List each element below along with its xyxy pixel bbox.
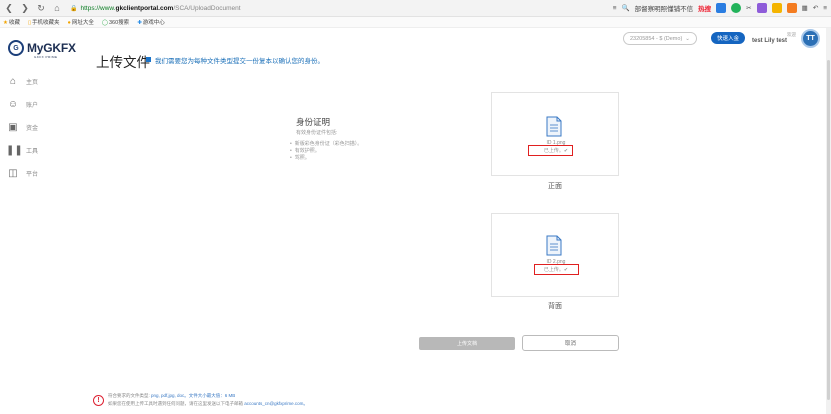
sidebar-item-account[interactable]: ☺ 账户 — [6, 93, 76, 116]
sidebar-item-tools[interactable]: ❚❚ 工具 — [6, 139, 76, 162]
list-item: 有效护照。 — [290, 147, 362, 154]
bookmark-item[interactable]: ▯手机收藏夹 — [28, 18, 60, 26]
menu-icon[interactable]: ≡ — [613, 5, 617, 12]
url-prefix: https://www. — [80, 4, 116, 12]
url-domain: gkclientportal.com — [115, 4, 174, 12]
home-icon: ⌂ — [9, 76, 17, 87]
user-name[interactable]: test Lily test — [752, 38, 787, 44]
page-subtitle: 我们需要您为每种文件类型提交一份复本以确认您的身份。 — [155, 58, 324, 65]
sidebar-nav: ⌂ 主页 ☺ 账户 ▣ 资金 ❚❚ 工具 ◫ 平台 — [6, 70, 76, 185]
upload-card-front[interactable]: ID 1.png 已上传。✔ — [491, 92, 619, 176]
sidebar: G MyGKFX GKFX PRIME ⌂ 主页 ☺ 账户 ▣ 资金 ❚❚ 工具… — [0, 28, 82, 414]
list-item: 新版彩色身份证（彩色扫描）。 — [290, 140, 363, 147]
back-icon[interactable]: ❮ — [2, 1, 16, 15]
browser-toolbar: ❮ ❯ ↻ ⌂ 🔒 https://www.gkclientportal.com… — [0, 0, 831, 17]
sidebar-item-funds[interactable]: ▣ 资金 — [6, 116, 76, 139]
star-icon: ★ — [3, 20, 8, 26]
phone-icon: ▯ — [27, 20, 31, 26]
forward-icon[interactable]: ❯ — [18, 1, 32, 15]
avatar[interactable]: TT — [801, 29, 820, 48]
extension-icon[interactable] — [731, 3, 742, 13]
bookmark-item[interactable]: ●网址大全 — [68, 18, 94, 26]
lock-icon: 🔒 — [70, 5, 78, 12]
title-marker — [146, 57, 151, 62]
home-browser-icon[interactable]: ⌂ — [50, 1, 64, 15]
account-selector[interactable]: 23205854 - $ (Demo) ⌄ — [623, 32, 697, 45]
sidebar-item-label: 账户 — [26, 103, 39, 109]
sidebar-item-label: 工具 — [26, 149, 39, 155]
upload-document-button[interactable]: 上传文档 — [419, 337, 515, 350]
sidebar-item-label: 资金 — [26, 126, 39, 132]
logo-icon: G — [8, 40, 24, 56]
wallet-icon: ▣ — [8, 122, 18, 133]
document-icon — [546, 116, 562, 137]
document-options-list: 新版彩色身份证（彩色扫描）。 有效护照。 驾照。 — [290, 140, 363, 161]
sidebar-item-platform[interactable]: ◫ 平台 — [6, 162, 76, 185]
scrollbar-thumb[interactable] — [827, 60, 830, 400]
scissors-icon[interactable]: ✂ — [746, 4, 751, 12]
gamepad-icon: ✚ — [137, 20, 142, 26]
sidebar-item-home[interactable]: ⌂ 主页 — [6, 70, 76, 93]
page-title: 上传文件 — [96, 55, 150, 70]
browser-search-text[interactable]: 部督察明照懂铺不信 — [635, 3, 694, 13]
card-caption-front: 正面 — [548, 183, 562, 190]
cancel-button[interactable]: 取消 — [522, 335, 619, 351]
card-caption-back: 背面 — [548, 303, 562, 310]
grid-icon[interactable]: ▦ — [802, 4, 808, 12]
bookmark-item[interactable]: ◯360搜索 — [102, 18, 129, 26]
document-type-title: 身份证明 — [296, 117, 331, 127]
url-path: /SCA/UploadDocument — [173, 4, 241, 12]
list-item: 驾照。 — [290, 154, 362, 161]
platform-icon: ◫ — [8, 168, 18, 179]
document-description: 有效身份证件包括: — [296, 130, 338, 136]
file-type-note: 符合要求的文件类型: png, pdf,jpg, doc。文件大小最大值：6 M… — [108, 393, 236, 398]
tools-icon: ❚❚ — [6, 145, 23, 156]
support-email-link[interactable]: accounts_cn@gkfxprime.com。 — [244, 401, 308, 406]
extension-icon[interactable] — [756, 3, 767, 13]
highlight-box — [534, 264, 579, 275]
warning-icon: ! — [93, 395, 104, 406]
shield-icon[interactable] — [771, 3, 782, 13]
bookmark-item[interactable]: ✚游戏中心 — [137, 18, 165, 26]
undo-icon[interactable]: ↶ — [813, 4, 818, 12]
globe-icon: ● — [67, 20, 71, 26]
reload-icon[interactable]: ↻ — [34, 1, 48, 15]
upload-card-back[interactable]: ID 2.png 已上传。✔ — [491, 213, 619, 297]
account-selector-value: 23205854 - $ (Demo) — [630, 35, 683, 42]
more-icon[interactable]: ≡ — [823, 5, 827, 12]
hot-search-label[interactable]: 热搜 — [698, 3, 711, 13]
game-icon[interactable] — [786, 3, 797, 13]
logo-subtext: GKFX PRIME — [34, 55, 58, 59]
brand-logo[interactable]: G MyGKFX — [8, 40, 76, 56]
highlight-box — [528, 145, 573, 156]
bookmark-item[interactable]: ★收藏 — [3, 18, 20, 26]
document-icon — [546, 235, 562, 256]
search360-icon: ◯ — [101, 20, 108, 26]
bookmarks-bar: ★收藏 ▯手机收藏夹 ●网址大全 ◯360搜索 ✚游戏中心 — [0, 17, 831, 28]
support-note: 如果您在使用上传工具时遇到任何问题，请在这里发送以下电子邮箱 accounts_… — [108, 401, 308, 406]
logo-text: MyGKFX — [27, 41, 76, 55]
search-icon[interactable]: 🔍 — [622, 4, 630, 12]
user-icon: ☺ — [7, 99, 19, 110]
quick-deposit-button[interactable]: 快速入金 — [711, 32, 746, 44]
extension-icon[interactable] — [716, 3, 727, 13]
chevron-down-icon: ⌄ — [685, 35, 690, 42]
address-bar[interactable]: 🔒 https://www.gkclientportal.com/SCA/Upl… — [70, 2, 550, 15]
sidebar-item-label: 平台 — [26, 172, 39, 178]
sidebar-item-label: 主页 — [26, 80, 39, 86]
